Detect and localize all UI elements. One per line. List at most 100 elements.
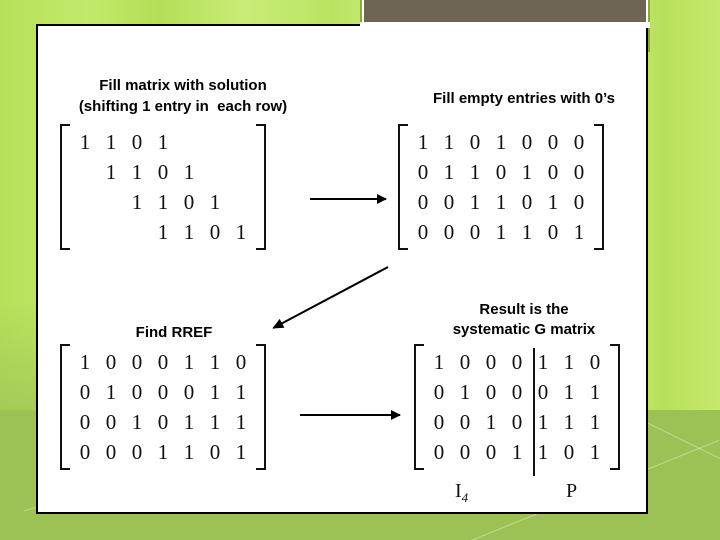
- matrix-cell: 1: [202, 187, 228, 217]
- matrix-cell: 0: [72, 407, 98, 437]
- matrix-cell: 0: [72, 377, 98, 407]
- matrix-cell: 1: [150, 187, 176, 217]
- matrix-cell: 0: [540, 127, 566, 157]
- matrix-cell: 1: [478, 407, 504, 437]
- matrix-cell: 0: [410, 187, 436, 217]
- bracket-right: [256, 344, 266, 470]
- matrix-cell: 0: [150, 157, 176, 187]
- matrix-cell: 0: [582, 347, 608, 377]
- matrix-cell: 1: [488, 217, 514, 247]
- bracket-left: [398, 124, 408, 250]
- matrix-rref: 1000110010001100101110001101: [60, 344, 266, 470]
- bracket-left: [60, 124, 70, 250]
- matrix-cell: 1: [556, 377, 582, 407]
- matrix-cell: 0: [202, 157, 228, 187]
- matrix-cell: 1: [150, 217, 176, 247]
- label-identity-letter: I: [455, 480, 462, 502]
- matrix-cell: 1: [488, 187, 514, 217]
- matrix-cell: 1: [202, 407, 228, 437]
- matrix-cell: 1: [176, 217, 202, 247]
- matrix-cell: 1: [202, 347, 228, 377]
- matrix-cell: 1: [462, 187, 488, 217]
- matrix-cell: 1: [228, 437, 254, 467]
- matrix-cell: 1: [98, 127, 124, 157]
- matrix-cell: 1: [150, 437, 176, 467]
- matrix-cell: 0: [176, 187, 202, 217]
- matrix-cell: 0: [462, 217, 488, 247]
- matrix-cell: 0: [556, 437, 582, 467]
- matrix-cell: 0: [228, 157, 254, 187]
- matrix-cell: 0: [228, 187, 254, 217]
- matrix-cell: 0: [566, 157, 592, 187]
- matrix-grid: 1000110010001100101110001101: [70, 344, 256, 470]
- matrix-cell: 1: [426, 347, 452, 377]
- matrix-cell: 0: [566, 187, 592, 217]
- matrix-cell: 0: [488, 157, 514, 187]
- matrix-cell: 0: [124, 377, 150, 407]
- matrix-cell: 0: [98, 187, 124, 217]
- matrix-cell: 0: [410, 157, 436, 187]
- matrix-cell: 0: [202, 127, 228, 157]
- matrix-cell: 1: [176, 157, 202, 187]
- bracket-left: [414, 344, 424, 470]
- matrix-cell: 0: [478, 347, 504, 377]
- matrix-cell: 0: [452, 347, 478, 377]
- matrix-cell: 1: [72, 347, 98, 377]
- bracket-right: [594, 124, 604, 250]
- matrix-cell: 0: [202, 437, 228, 467]
- matrix-cell: 0: [72, 157, 98, 187]
- matrix-cell: 0: [72, 187, 98, 217]
- caption-fill-zeros: Fill empty entries with 0’s: [396, 89, 652, 109]
- matrix-cell: 0: [124, 347, 150, 377]
- matrix-cell: 1: [124, 187, 150, 217]
- matrix-systematic-g: 1000110010001100101110001101: [414, 344, 620, 470]
- matrix-cell: 0: [478, 377, 504, 407]
- matrix-cell: 0: [124, 437, 150, 467]
- panel-top-notch: [360, 22, 650, 28]
- bracket-right: [610, 344, 620, 470]
- matrix-cell: 1: [462, 157, 488, 187]
- matrix-cell: 1: [452, 377, 478, 407]
- matrix-cell: 0: [176, 377, 202, 407]
- matrix-cell: 1: [582, 377, 608, 407]
- matrix-cell: 1: [436, 127, 462, 157]
- label-identity-subscript: 4: [462, 490, 469, 505]
- matrix-cell: 0: [228, 127, 254, 157]
- matrix-cell: 1: [582, 437, 608, 467]
- matrix-cell: 0: [514, 127, 540, 157]
- matrix-cell: 1: [556, 347, 582, 377]
- matrix-cell: 0: [452, 407, 478, 437]
- caption-fill-matrix-line1: Fill matrix with solution: [58, 76, 308, 96]
- matrix-cell: 0: [436, 217, 462, 247]
- matrix-cell: 0: [98, 217, 124, 247]
- matrix-shifted-solution: 1101000011010000110100001101: [60, 124, 266, 250]
- label-parity-block: P: [566, 480, 577, 503]
- caption-result-line1: Result is the: [412, 300, 636, 320]
- bracket-right: [256, 124, 266, 250]
- matrix-cell: 1: [176, 347, 202, 377]
- matrix-cell: 1: [202, 377, 228, 407]
- matrix-cell: 0: [72, 437, 98, 467]
- matrix-zero-filled: 1101000011010000110100001101: [398, 124, 604, 250]
- label-identity-block: I4: [455, 480, 468, 506]
- matrix-cell: 1: [150, 127, 176, 157]
- matrix-cell: 1: [514, 157, 540, 187]
- matrix-cell: 1: [228, 217, 254, 247]
- bracket-left: [60, 344, 70, 470]
- matrix-cell: 0: [504, 347, 530, 377]
- matrix-cell: 1: [124, 157, 150, 187]
- matrix-grid: 1101000011010000110100001101: [70, 124, 256, 250]
- matrix-cell: 0: [504, 377, 530, 407]
- matrix-cell: 1: [488, 127, 514, 157]
- arrow-right-bottom: [300, 414, 400, 416]
- matrix-cell: 0: [452, 437, 478, 467]
- matrix-cell: 0: [202, 217, 228, 247]
- matrix-cell: 0: [176, 127, 202, 157]
- matrix-cell: 1: [410, 127, 436, 157]
- matrix-partition-line: [533, 348, 535, 476]
- matrix-cell: 0: [566, 127, 592, 157]
- matrix-cell: 0: [98, 347, 124, 377]
- matrix-cell: 1: [540, 187, 566, 217]
- caption-fill-matrix-line2: (shifting 1 entry in each row): [50, 97, 316, 117]
- matrix-cell: 1: [72, 127, 98, 157]
